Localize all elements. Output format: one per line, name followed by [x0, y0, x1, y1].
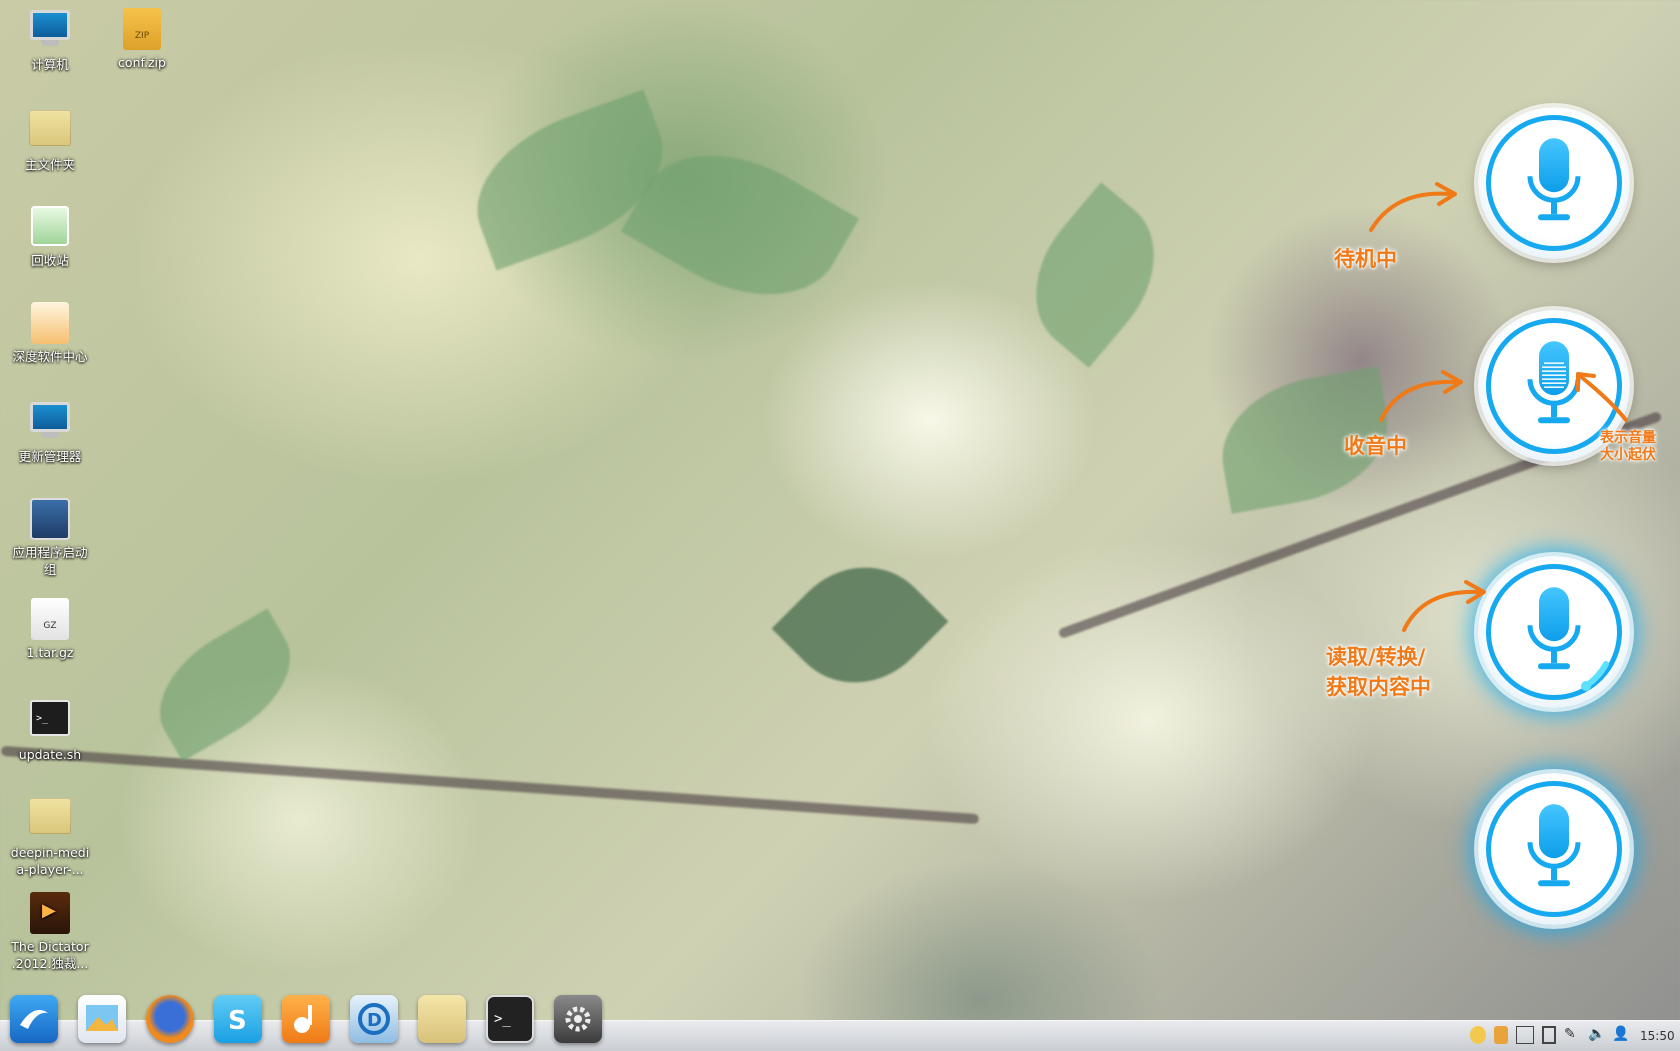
- dock-music-player[interactable]: [282, 995, 330, 1043]
- music-player-icon: [294, 1005, 312, 1033]
- desktop-icon-home-folder[interactable]: 主文件夹: [8, 106, 92, 173]
- desktop-icon-app-launcher-group[interactable]: 应用程序启动组: [8, 498, 92, 578]
- dock-terminal[interactable]: >_: [486, 995, 534, 1043]
- home-folder-icon: [28, 110, 72, 154]
- desktop-icon-label: 计算机: [31, 57, 69, 72]
- dock-system-settings[interactable]: [554, 995, 602, 1043]
- software-center-icon: [28, 302, 72, 346]
- microphone-icon: [1527, 804, 1581, 887]
- notification-icon[interactable]: [1470, 1026, 1486, 1044]
- voice-button-standby[interactable]: [1478, 107, 1630, 259]
- user-icon[interactable]: 👤: [1612, 1026, 1629, 1044]
- keyboard-icon[interactable]: [1516, 1026, 1534, 1044]
- dock-skype[interactable]: S: [214, 995, 262, 1043]
- voice-button-processing[interactable]: [1478, 556, 1630, 708]
- desktop-icon-label: 深度软件中心: [12, 349, 88, 364]
- zip-archive-icon: ZIP: [120, 8, 164, 52]
- software-store-icon: D: [358, 1003, 390, 1035]
- update-manager-icon: [28, 402, 72, 446]
- desktop-icon-label: 主文件夹: [24, 157, 75, 172]
- label-volume-note: 表示音量 大小起伏: [1600, 430, 1656, 463]
- desktop-icon-label: 应用程序启动组: [12, 545, 88, 577]
- dock-deepin-start[interactable]: [10, 995, 58, 1043]
- dock-image-viewer[interactable]: [78, 995, 126, 1043]
- pen-icon[interactable]: ✎: [1564, 1026, 1576, 1044]
- label-recording: 收音中: [1344, 434, 1407, 458]
- gz-archive-icon: GZ: [28, 598, 72, 642]
- wallpaper-leaf: [1004, 182, 1186, 368]
- microphone-icon: [1527, 138, 1581, 221]
- desktop-icon-label: 1.tar.gz: [26, 645, 74, 660]
- label-processing: 读取/转换/ 获取内容中: [1326, 645, 1431, 699]
- terminal-icon: >_: [494, 1011, 511, 1027]
- desktop-icon-label: The Dictator .2012.独裁...: [11, 939, 89, 971]
- label-standby: 待机中: [1334, 247, 1397, 271]
- desktop-icon-tar-gz[interactable]: GZ 1.tar.gz: [8, 598, 92, 661]
- wallpaper-leaf: [137, 608, 313, 762]
- folder-icon: [418, 995, 466, 1043]
- dock-deepin-software[interactable]: D: [350, 995, 398, 1043]
- arrow-volume-note: [1576, 372, 1628, 422]
- firefox-icon: [146, 995, 194, 1043]
- desktop-icon-conf-zip[interactable]: ZIP conf.zip: [100, 8, 184, 71]
- deepin-logo-icon: [20, 1009, 48, 1029]
- volume-icon[interactable]: 🔈: [1588, 1026, 1605, 1044]
- computer-icon: [28, 10, 72, 54]
- trash-icon: [28, 206, 72, 250]
- desktop-icon-deepin-media-player[interactable]: deepin-media-player-...: [8, 794, 92, 878]
- desktop-icon-label: conf.zip: [118, 55, 166, 70]
- microphone-icon: [1527, 587, 1581, 670]
- wallpaper-branch: [0, 745, 980, 825]
- svg-text:D: D: [367, 1010, 382, 1031]
- terminal-script-icon: >_: [28, 700, 72, 744]
- skype-icon: S: [228, 1006, 247, 1036]
- desktop-icon-the-dictator[interactable]: The Dictator .2012.独裁...: [8, 892, 92, 972]
- dock-file-manager[interactable]: [418, 995, 466, 1043]
- arrow-to-processing: [1402, 580, 1486, 632]
- image-viewer-icon: [86, 1005, 118, 1031]
- app-launcher-icon: [28, 498, 72, 542]
- svg-text:>_: >_: [494, 1011, 511, 1027]
- desktop-icon-label: 回收站: [31, 253, 69, 268]
- battery-icon[interactable]: [1542, 1026, 1556, 1044]
- voice-button-idle[interactable]: [1478, 773, 1630, 925]
- desktop-icon-trash[interactable]: 回收站: [8, 204, 92, 269]
- settings-icon: [565, 1006, 591, 1032]
- dock-firefox[interactable]: [146, 995, 194, 1043]
- desktop-icon-computer[interactable]: 计算机: [8, 8, 92, 73]
- arrow-to-recording: [1379, 370, 1463, 422]
- desktop-icon-label: 更新管理器: [18, 449, 82, 464]
- wallpaper-leaf: [771, 536, 949, 714]
- clock[interactable]: 15:50: [1640, 1029, 1675, 1047]
- desktop-icon-label: deepin-media-player-...: [10, 845, 90, 877]
- power-icon[interactable]: [1494, 1026, 1508, 1044]
- desktop-icon-update-manager[interactable]: 更新管理器: [8, 400, 92, 465]
- folder-icon: [28, 798, 72, 842]
- svg-text:S: S: [228, 1006, 247, 1036]
- video-file-icon: [28, 892, 72, 936]
- desktop-icon-update-sh[interactable]: >_ update.sh: [8, 696, 92, 763]
- desktop-icon-label: update.sh: [18, 747, 82, 762]
- desktop-icon-software-center[interactable]: 深度软件中心: [8, 302, 92, 365]
- arrow-to-standby: [1369, 182, 1457, 232]
